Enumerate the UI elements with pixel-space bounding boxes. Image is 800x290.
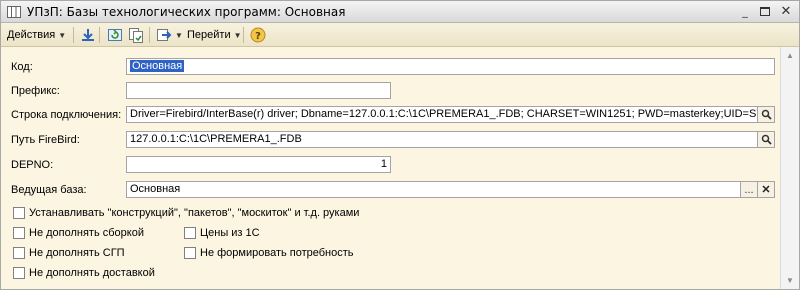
close-window-icon[interactable]: ✕ <box>778 4 794 19</box>
form-grid-icon <box>7 6 21 18</box>
no-assembly-label: Не дополнять сборкой <box>29 227 144 239</box>
close-icon: ✕ <box>761 184 771 196</box>
chevron-down-icon: ▼ <box>233 30 242 40</box>
prices-1c-label: Цены из 1С <box>200 227 260 239</box>
no-delivery-checkbox[interactable]: Не дополнять доставкой <box>13 267 155 279</box>
code-value: Основная <box>130 60 185 72</box>
ellipsis-icon: ... <box>744 183 754 196</box>
help-icon: ? <box>250 27 266 43</box>
scroll-up-icon[interactable]: ▲ <box>786 51 794 60</box>
connection-lookup-button[interactable] <box>758 106 775 123</box>
svg-text:?: ? <box>255 31 261 42</box>
help-button[interactable]: ? <box>250 26 266 44</box>
toolbar: Действия ▼ ▼ Перейти ▼ ? <box>1 23 799 47</box>
firebird-path-value: 127.0.0.1:C:\1C\PREMERA1_.FDB <box>130 133 302 145</box>
magnifier-icon <box>761 134 772 145</box>
window-title: УПзП: Базы технологических программ: Осн… <box>27 5 346 19</box>
refresh-record-icon <box>108 29 122 41</box>
magnifier-icon <box>761 109 772 120</box>
enter-on-basis-icon <box>157 29 172 41</box>
no-delivery-label: Не дополнять доставкой <box>29 267 155 279</box>
connection-string-label: Строка подключения: <box>11 109 122 121</box>
code-field[interactable]: Основная <box>126 58 775 75</box>
toolbar-separator <box>243 27 244 43</box>
firebird-path-lookup-button[interactable] <box>758 131 775 148</box>
scroll-down-icon[interactable]: ▼ <box>786 276 794 285</box>
manual-input-label: Устанавливать "конструкций", "пакетов", … <box>29 207 360 219</box>
prices-1c-checkbox[interactable]: Цены из 1С <box>184 227 260 239</box>
prefix-field[interactable] <box>126 82 391 99</box>
checkbox-box[interactable] <box>13 227 25 239</box>
maximize-icon[interactable] <box>757 4 773 19</box>
copy-button[interactable] <box>128 26 144 44</box>
save-close-button[interactable] <box>80 26 96 44</box>
goto-menu-button[interactable]: Перейти ▼ <box>187 26 242 44</box>
depno-field[interactable]: 1 <box>126 156 391 173</box>
lead-base-field[interactable]: Основная <box>126 181 741 198</box>
no-demand-checkbox[interactable]: Не формировать потребность <box>184 247 354 259</box>
title-bar[interactable]: УПзП: Базы технологических программ: Осн… <box>1 1 799 23</box>
checkbox-box[interactable] <box>13 247 25 259</box>
connection-string-field[interactable]: Driver=Firebird/InterBase(r) driver; Dbn… <box>126 106 758 123</box>
toolbar-separator <box>73 27 74 43</box>
copy-document-icon <box>129 28 143 43</box>
code-label: Код: <box>11 61 33 73</box>
vertical-scrollbar[interactable]: ▲ ▼ <box>780 47 799 289</box>
manual-input-checkbox[interactable]: Устанавливать "конструкций", "пакетов", … <box>13 207 359 219</box>
based-on-menu-button[interactable]: ▼ <box>156 26 183 44</box>
firebird-path-field[interactable]: 127.0.0.1:C:\1C\PREMERA1_.FDB <box>126 131 758 148</box>
toolbar-separator <box>99 27 100 43</box>
lead-base-value: Основная <box>130 183 181 195</box>
depno-label: DEPNO: <box>11 159 54 171</box>
form-window: УПзП: Базы технологических программ: Осн… <box>0 0 800 290</box>
lead-base-label: Ведущая база: <box>11 184 87 196</box>
no-sgp-label: Не дополнять СГП <box>29 247 125 259</box>
no-demand-label: Не формировать потребность <box>200 247 354 259</box>
depno-value: 1 <box>380 158 387 170</box>
chevron-down-icon: ▼ <box>58 30 67 40</box>
no-sgp-checkbox[interactable]: Не дополнять СГП <box>13 247 125 259</box>
prefix-label: Префикс: <box>11 85 60 97</box>
no-assembly-checkbox[interactable]: Не дополнять сборкой <box>13 227 144 239</box>
goto-menu-label: Перейти <box>187 29 231 41</box>
checkbox-box[interactable] <box>184 227 196 239</box>
actions-menu-button[interactable]: Действия ▼ <box>7 26 66 44</box>
lead-base-select-button[interactable]: ... <box>741 181 758 198</box>
minimize-icon[interactable]: _ <box>737 4 753 19</box>
checkbox-box[interactable] <box>13 267 25 279</box>
chevron-down-icon: ▼ <box>175 30 183 40</box>
connection-string-value: Driver=Firebird/InterBase(r) driver; Dbn… <box>130 108 758 120</box>
firebird-path-label: Путь FireBird: <box>11 134 80 146</box>
toolbar-separator <box>149 27 150 43</box>
actions-menu-label: Действия <box>7 29 56 41</box>
lead-base-clear-button[interactable]: ✕ <box>758 181 775 198</box>
record-button[interactable] <box>107 26 123 44</box>
checkbox-box[interactable] <box>13 207 25 219</box>
move-down-icon <box>82 29 94 41</box>
checkbox-box[interactable] <box>184 247 196 259</box>
